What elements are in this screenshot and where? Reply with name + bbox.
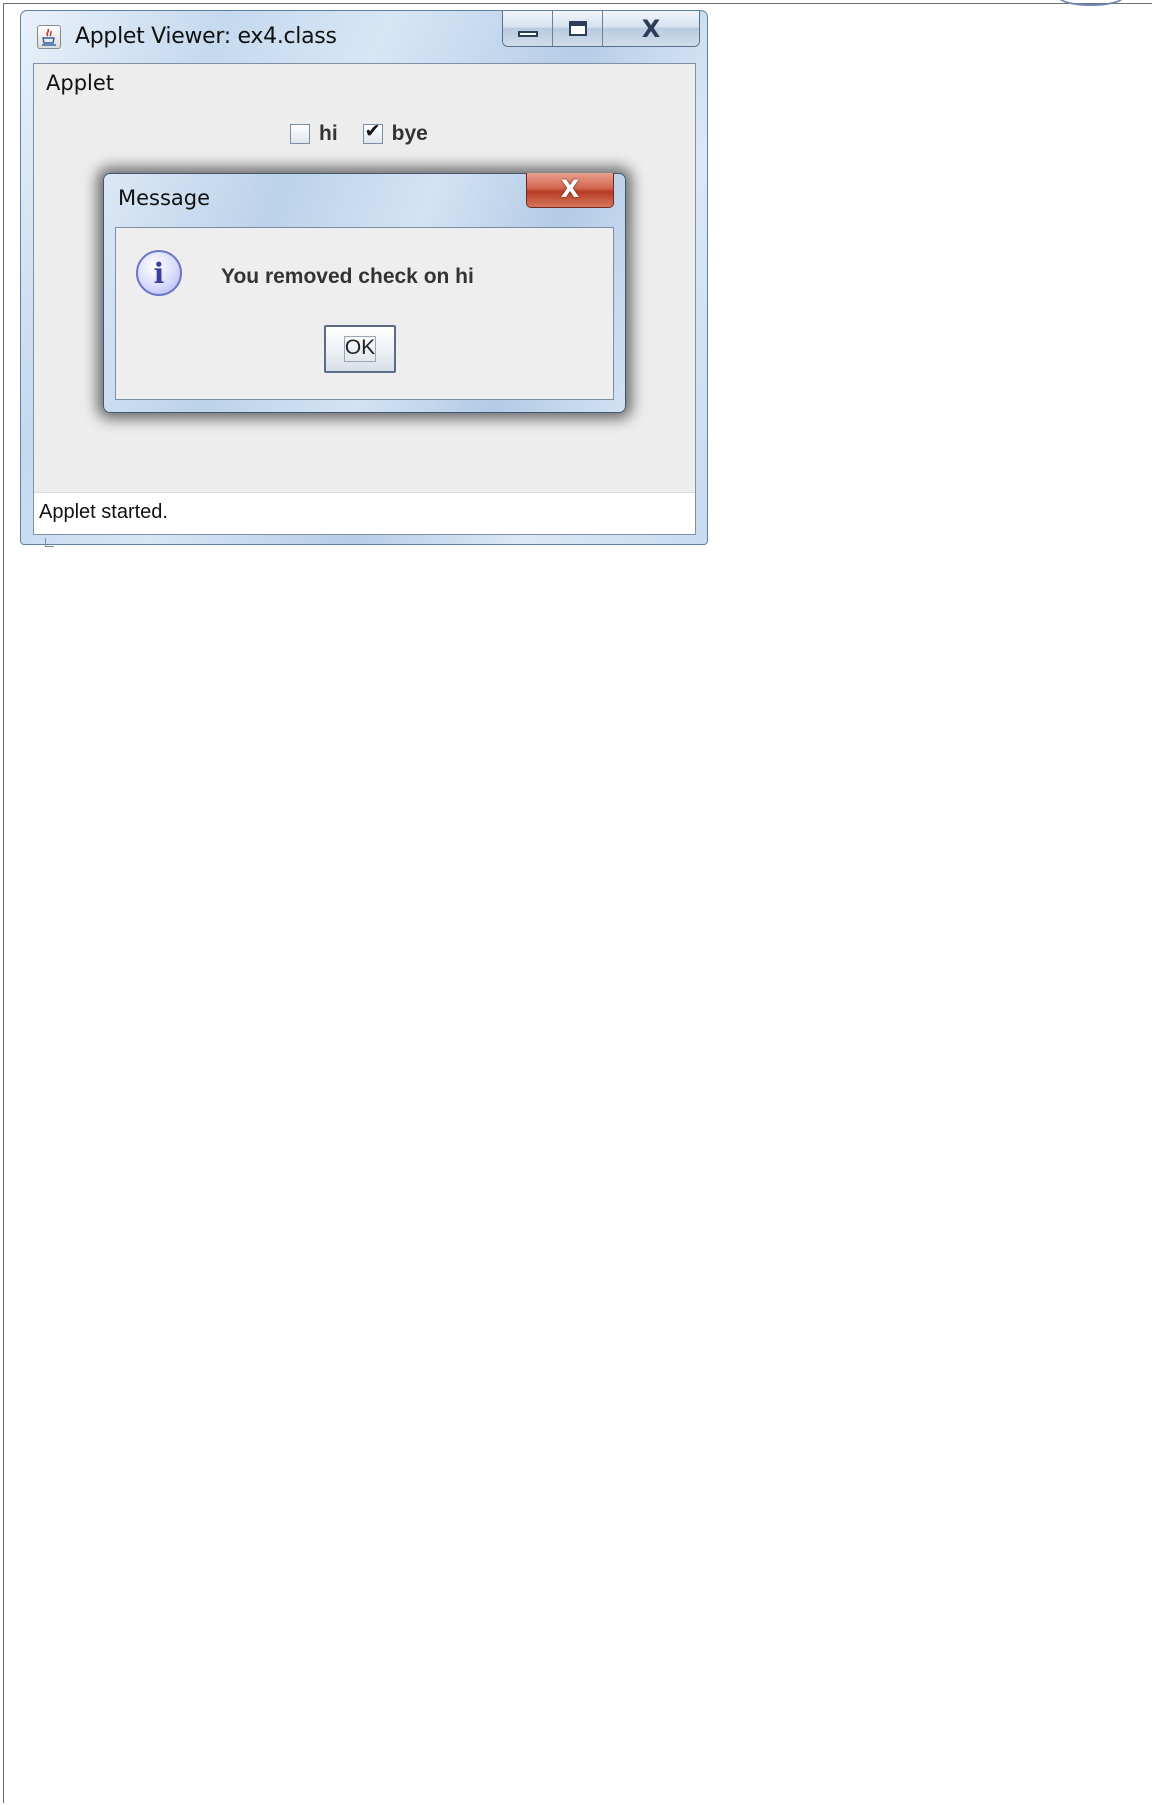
dialog-title: Message [118,186,211,210]
status-bar: Applet started. [34,492,695,534]
checkmark-icon: ✔ [364,120,381,142]
close-icon: X [560,175,580,203]
status-text: Applet started. [39,501,168,523]
window-caption-buttons: X [502,11,700,47]
info-icon: i [136,250,182,296]
checkbox-row: hi ✔ bye [290,120,453,146]
menu-applet[interactable]: Applet [46,71,114,95]
maximize-icon [569,21,587,36]
checkbox-hi-label[interactable]: hi [319,122,338,146]
dialog-close-button[interactable]: X [526,173,614,208]
ok-button[interactable]: OK [324,325,396,373]
maximize-button[interactable] [553,11,603,46]
checkbox-hi[interactable] [290,124,310,144]
minimize-icon [518,31,538,37]
java-icon[interactable] [37,25,61,49]
dialog-message: You removed check on hi [221,265,474,288]
close-icon: X [641,15,661,43]
info-icon-glyph: i [153,257,165,290]
resize-grip[interactable] [45,538,54,547]
window-close-button[interactable]: X [603,11,699,46]
window-title: Applet Viewer: ex4.class [75,24,337,49]
minimize-button[interactable] [503,11,553,46]
dialog-content: i You removed check on hi OK [115,227,614,400]
checkbox-bye[interactable]: ✔ [362,120,383,144]
message-dialog: Message X i You removed check on hi OK [103,173,626,413]
ok-button-focus-ring [344,336,376,362]
checkbox-bye-label[interactable]: bye [392,122,428,146]
